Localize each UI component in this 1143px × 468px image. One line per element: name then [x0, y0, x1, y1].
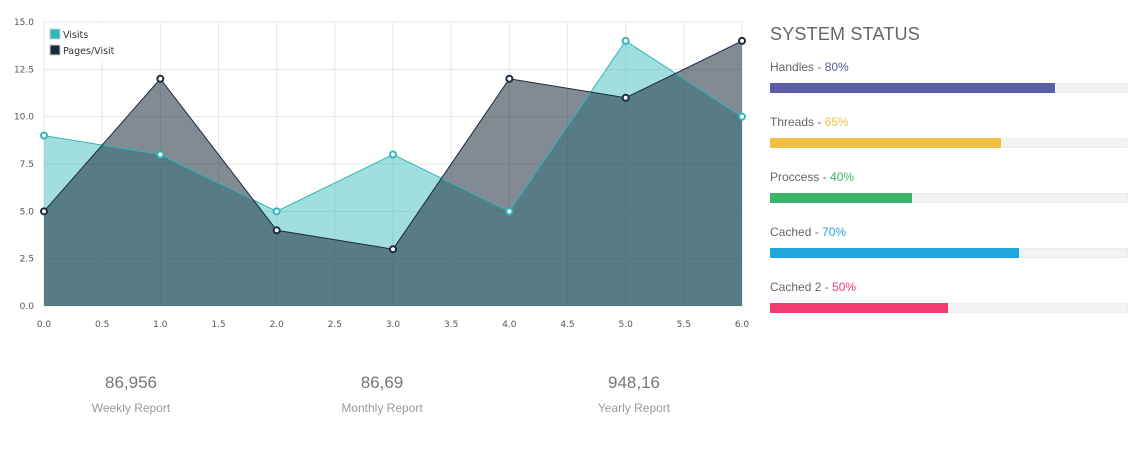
x-tick-label: 1.0 [153, 320, 168, 330]
x-tick-label: 2.0 [270, 320, 285, 330]
progress-fill [770, 248, 1020, 258]
weekly-report-label: Weekly Report [91, 401, 171, 415]
series-point-0 [156, 150, 165, 159]
status-name: Cached 2 [770, 280, 822, 294]
system-status-panel: SYSTEM STATUS Handles - 80% Threads - 65%… [770, 22, 1128, 335]
series-point-0 [505, 207, 514, 216]
series-point-1 [505, 74, 514, 83]
progress-track [770, 248, 1128, 258]
yearly-report: 948,16 Yearly Report [534, 372, 734, 415]
status-percent: 70% [822, 225, 847, 239]
status-separator: - [811, 225, 823, 239]
progress-track [770, 193, 1128, 203]
y-tick-label: 7.5 [20, 160, 34, 170]
y-tick-label: 0.0 [20, 302, 35, 312]
progress-track [770, 138, 1128, 148]
status-item: Threads - 65% [770, 115, 1128, 170]
status-list: Handles - 80% Threads - 65% Proccess - 40%… [770, 60, 1128, 335]
x-tick-label: 4.0 [502, 320, 517, 330]
x-tick-label: 6.0 [735, 320, 750, 330]
weekly-report: 86,956 Weekly Report [31, 372, 231, 415]
status-item: Handles - 80% [770, 60, 1128, 115]
series-point-1 [272, 226, 281, 235]
x-tick-label: 4.5 [560, 320, 574, 330]
status-separator: - [814, 60, 825, 74]
y-tick-label: 2.5 [20, 255, 34, 265]
system-status-title: SYSTEM STATUS [770, 24, 920, 44]
status-separator: - [819, 170, 831, 184]
status-separator: - [814, 115, 825, 129]
x-tick-label: 3.0 [386, 320, 401, 330]
series-point-1 [621, 93, 630, 102]
status-percent: 65% [824, 115, 849, 129]
x-tick-label: 0.0 [37, 320, 52, 330]
status-percent: 50% [832, 280, 857, 294]
status-label: Proccess - 40% [770, 170, 1128, 184]
status-item: Proccess - 40% [770, 170, 1128, 225]
legend-swatch [49, 28, 61, 40]
progress-track [770, 83, 1128, 93]
series-point-0 [621, 36, 630, 45]
report-stats: 86,956 Weekly Report 86,69 Monthly Repor… [0, 372, 760, 432]
monthly-report: 86,69 Monthly Report [282, 372, 482, 415]
x-tick-label: 2.5 [328, 320, 342, 330]
progress-fill [770, 83, 1055, 93]
yearly-report-label: Yearly Report [597, 401, 671, 415]
status-name: Handles [770, 60, 815, 74]
series-point-0 [40, 131, 48, 140]
series-point-0 [272, 207, 281, 216]
series-point-0 [738, 112, 746, 121]
x-tick-label: 5.5 [677, 320, 691, 330]
series-point-1 [738, 36, 746, 45]
progress-fill [770, 303, 948, 313]
y-tick-label: 12.5 [14, 65, 34, 75]
status-percent: 80% [824, 60, 849, 74]
legend-label: Visits [63, 30, 88, 41]
status-label: Handles - 80% [770, 60, 1128, 74]
status-label: Cached 2 - 50% [770, 280, 1128, 294]
status-percent: 40% [830, 170, 855, 184]
status-label: Threads - 65% [770, 115, 1128, 129]
series-point-1 [156, 74, 165, 83]
legend-label: Pages/Visit [63, 46, 115, 57]
progress-fill [770, 193, 913, 203]
y-tick-label: 5.0 [20, 207, 35, 217]
status-item: Cached - 70% [770, 225, 1128, 280]
x-tick-label: 0.5 [95, 320, 109, 330]
area-chart: 0.0 0.5 1.0 1.5 2.0 2.5 3.0 3.5 4.0 4.5 5.0 5.5 6.0 0… [14, 18, 750, 330]
status-separator: - [821, 280, 833, 294]
x-tick-label: 3.5 [444, 320, 458, 330]
progress-fill [770, 138, 1002, 148]
status-name: Cached [770, 225, 812, 239]
monthly-report-value: 86,69 [360, 373, 404, 392]
series-point-0 [389, 150, 397, 159]
y-tick-label: 10.0 [14, 113, 34, 123]
progress-track [770, 303, 1128, 313]
x-tick-label: 5.0 [619, 320, 634, 330]
status-name: Proccess [770, 170, 820, 184]
series-point-1 [389, 245, 397, 254]
y-tick-label: 15.0 [14, 18, 34, 28]
monthly-report-label: Monthly Report [341, 401, 423, 415]
status-name: Threads [770, 115, 815, 129]
yearly-report-value: 948,16 [608, 373, 660, 392]
legend-swatch [49, 44, 61, 56]
x-tick-label: 1.5 [211, 320, 225, 330]
status-label: Cached - 70% [770, 225, 1128, 239]
weekly-report-value: 86,956 [105, 373, 157, 392]
status-item: Cached 2 - 50% [770, 280, 1128, 335]
series-point-1 [40, 207, 48, 216]
